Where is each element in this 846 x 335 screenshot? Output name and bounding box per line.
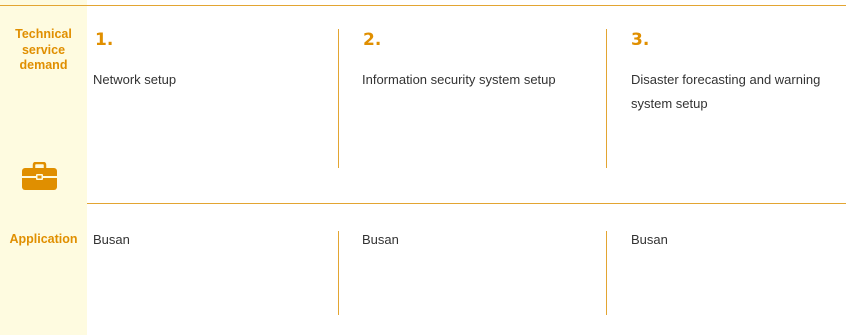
row-divider [87, 203, 846, 204]
column-divider [338, 29, 339, 168]
item-2-application: Busan [362, 232, 399, 247]
item-3-application: Busan [631, 232, 668, 247]
column-divider [338, 231, 339, 315]
column-divider [606, 29, 607, 168]
item-3-number: 3. [631, 30, 650, 50]
item-2-description: Information security system setup [362, 72, 556, 87]
item-1-number: 1. [95, 30, 114, 50]
top-divider [0, 5, 846, 6]
column-divider [606, 231, 607, 315]
item-2-number: 2. [363, 30, 382, 50]
briefcase-icon [22, 162, 57, 190]
item-1-application: Busan [93, 232, 130, 247]
item-1-description: Network setup [93, 72, 177, 87]
technical-service-demand-label: Technical service demand [15, 27, 72, 72]
application-label: Application [9, 232, 78, 246]
item-3-description: Disaster forecasting and warning system … [631, 72, 821, 111]
